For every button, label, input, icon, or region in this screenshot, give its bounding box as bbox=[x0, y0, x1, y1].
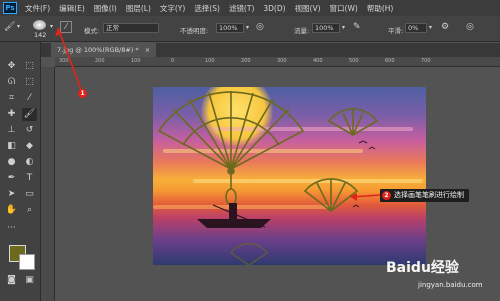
dodge-tool-icon[interactable]: ◐ bbox=[22, 156, 37, 169]
gear-icon[interactable]: ⚙ bbox=[441, 22, 449, 32]
lasso-tool-icon[interactable]: ᘏ bbox=[4, 76, 19, 89]
smoothing-label: 平滑: bbox=[388, 27, 404, 35]
menu-type[interactable]: 文字(Y) bbox=[160, 3, 185, 14]
crop-tool-icon[interactable]: ⌗ bbox=[4, 92, 19, 105]
ruler-tick: 200 bbox=[95, 58, 105, 64]
document-tab[interactable]: 7.jpg @ 100%(RGB/8#) * × bbox=[51, 43, 157, 57]
brush-tool-icon-active[interactable]: 🖌 bbox=[22, 108, 37, 121]
ruler-vertical bbox=[41, 67, 55, 301]
menu-window[interactable]: 窗口(W) bbox=[330, 3, 358, 14]
ruler-tick: 600 bbox=[385, 58, 395, 64]
ruler-horizontal: 300 200 100 0 100 200 300 400 500 600 70… bbox=[55, 57, 500, 67]
healing-brush-tool-icon[interactable]: ✚ bbox=[4, 108, 19, 121]
artwork-fans-drawing bbox=[157, 91, 379, 265]
hand-tool-icon[interactable]: ✋ bbox=[4, 204, 19, 217]
airbrush-icon[interactable]: ✎ bbox=[353, 22, 361, 32]
more-tools-icon[interactable]: ··· bbox=[4, 222, 19, 235]
menu-file[interactable]: 文件(F) bbox=[25, 3, 50, 14]
chevron-down-icon[interactable]: ▾ bbox=[17, 22, 20, 32]
menu-help[interactable]: 帮助(H) bbox=[367, 3, 394, 14]
paint-bucket-tool-icon[interactable]: ◆ bbox=[22, 140, 37, 153]
opacity-chevron-icon[interactable]: ▾ bbox=[246, 23, 249, 33]
ruler-tick: 300 bbox=[277, 58, 287, 64]
artwork-image[interactable] bbox=[153, 87, 426, 265]
flow-input[interactable]: 100% bbox=[312, 23, 340, 33]
quick-select-tool-icon[interactable]: ⬚ bbox=[22, 76, 37, 89]
pen-tool-icon[interactable]: ✒ bbox=[4, 172, 19, 185]
clone-stamp-tool-icon[interactable]: ⊥ bbox=[4, 124, 19, 137]
brush-preset-picker[interactable] bbox=[33, 20, 46, 30]
ruler-tick: 100 bbox=[131, 58, 141, 64]
flow-label: 流量: bbox=[294, 27, 310, 35]
ruler-tick: 500 bbox=[349, 58, 359, 64]
smoothing-input[interactable]: 0% bbox=[405, 23, 427, 33]
marquee-tool-icon[interactable]: ⬚ bbox=[22, 60, 37, 73]
quick-mask-icon[interactable]: ◙ bbox=[4, 274, 19, 287]
rectangle-tool-icon[interactable]: ▭ bbox=[22, 188, 37, 201]
photoshop-logo: Ps bbox=[3, 2, 17, 14]
menu-3d[interactable]: 3D(D) bbox=[263, 4, 285, 13]
background-color-swatch[interactable] bbox=[19, 254, 35, 270]
screen-mode-icon[interactable]: ▣ bbox=[22, 274, 37, 287]
ruler-tick: 200 bbox=[241, 58, 251, 64]
menu-bar: Ps 文件(F) 编辑(E) 图像(I) 图层(L) 文字(Y) 选择(S) 滤… bbox=[0, 0, 500, 16]
mode-select[interactable]: 正常 bbox=[103, 23, 159, 33]
menu-select[interactable]: 选择(S) bbox=[194, 3, 220, 14]
brush-size-value: 142 bbox=[34, 31, 47, 39]
options-bar: 🖌 ▾ 142 ▾ ⁄ 模式: 正常 不透明度: 100% ▾ ◎ 流量: 10… bbox=[0, 16, 500, 42]
type-tool-icon[interactable]: T bbox=[22, 172, 37, 185]
ruler-tick: 300 bbox=[59, 58, 69, 64]
pressure-opacity-icon[interactable]: ◎ bbox=[256, 22, 264, 32]
pressure-size-icon[interactable]: ◎ bbox=[466, 22, 474, 32]
close-icon[interactable]: × bbox=[145, 46, 150, 54]
ruler-tick: 0 bbox=[171, 58, 175, 64]
menu-image[interactable]: 图像(I) bbox=[94, 3, 117, 14]
path-select-tool-icon[interactable]: ➤ bbox=[4, 188, 19, 201]
document-tab-bar: 7.jpg @ 100%(RGB/8#) * × bbox=[41, 43, 500, 57]
tools-panel: ✥ ⬚ ᘏ ⬚ ⌗ ⁄ ✚ 🖌 ⊥ ↺ ◧ ◆ ● ◐ ✒ T ➤ ▭ ✋ ⌕ … bbox=[0, 42, 41, 301]
menu-edit[interactable]: 编辑(E) bbox=[59, 3, 85, 14]
zoom-tool-icon[interactable]: ⌕ bbox=[22, 204, 37, 217]
history-brush-tool-icon[interactable]: ↺ bbox=[22, 124, 37, 137]
brush-settings-panel-icon[interactable]: ⁄ bbox=[60, 21, 72, 33]
ruler-tick: 400 bbox=[313, 58, 323, 64]
menu-view[interactable]: 视图(V) bbox=[295, 3, 321, 14]
smoothing-chevron-icon[interactable]: ▾ bbox=[429, 23, 432, 33]
mode-label: 模式: bbox=[84, 27, 100, 35]
ruler-tick: 700 bbox=[421, 58, 431, 64]
menu-layer[interactable]: 图层(L) bbox=[126, 3, 151, 14]
brush-tool-icon[interactable]: 🖌 bbox=[4, 22, 15, 32]
photoshop-window: Ps 文件(F) 编辑(E) 图像(I) 图层(L) 文字(Y) 选择(S) 滤… bbox=[0, 0, 500, 301]
canvas-area[interactable] bbox=[55, 67, 500, 301]
brush-preset-chevron-icon[interactable]: ▾ bbox=[50, 22, 53, 32]
eraser-tool-icon[interactable]: ◧ bbox=[4, 140, 19, 153]
eyedropper-tool-icon[interactable]: ⁄ bbox=[22, 92, 37, 105]
menu-filter[interactable]: 滤镜(T) bbox=[229, 3, 254, 14]
opacity-input[interactable]: 100% bbox=[216, 23, 244, 33]
ruler-tick: 100 bbox=[205, 58, 215, 64]
document-tab-label: 7.jpg @ 100%(RGB/8#) * bbox=[57, 46, 139, 54]
move-tool-icon[interactable]: ✥ bbox=[4, 60, 19, 73]
opacity-label: 不透明度: bbox=[180, 27, 209, 35]
blur-tool-icon[interactable]: ● bbox=[4, 156, 19, 169]
flow-chevron-icon[interactable]: ▾ bbox=[342, 23, 345, 33]
